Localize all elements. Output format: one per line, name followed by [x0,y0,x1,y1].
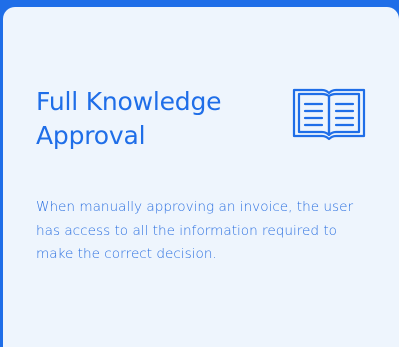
card-description: When manually approving an invoice, the … [36,199,354,262]
page: Full Knowledge Approval When manually ap… [0,0,399,347]
feature-card: Full Knowledge Approval When manually ap… [3,7,399,347]
open-book-icon [292,82,366,142]
card-title: Full Knowledge Approval [36,87,222,150]
